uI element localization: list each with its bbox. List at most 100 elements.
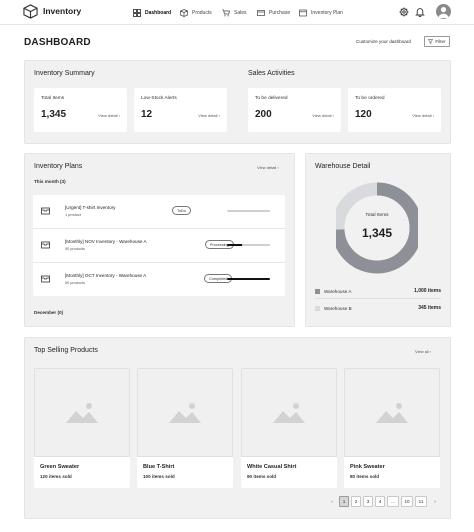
status-badge: ToDo bbox=[172, 206, 191, 215]
sales-activities-title: Sales Activities bbox=[248, 70, 295, 77]
progress-bar-fill bbox=[227, 210, 270, 212]
product-name: White Casual Shirt bbox=[247, 464, 297, 470]
nav-label: Products bbox=[192, 9, 212, 16]
image-placeholder-icon bbox=[376, 402, 408, 423]
product-image bbox=[241, 368, 337, 457]
plan-name: [Monthly] NOV Inventory - Warehouse A bbox=[65, 239, 147, 244]
plan-product-count: 50 products bbox=[65, 281, 85, 285]
nav-label: Dashboard bbox=[145, 9, 172, 16]
avatar[interactable] bbox=[436, 4, 451, 19]
plan-row[interactable]: [Urgent] T-shirt Inventory 1 product ToD… bbox=[33, 195, 285, 229]
low-stock-card[interactable]: Low-Stock Alerts 12 View detail › bbox=[134, 88, 227, 132]
purchase-icon bbox=[257, 9, 265, 16]
donut-total-label: Total Items bbox=[365, 213, 389, 218]
pagination-page[interactable]: 10 bbox=[401, 496, 413, 507]
progress-bar-fill bbox=[227, 278, 270, 280]
product-name: Blue T-Shirt bbox=[143, 464, 175, 470]
legend-warehouse-b: Warehouse B 345 items bbox=[315, 305, 441, 313]
total-items-card[interactable]: Total Items 1,345 View detail › bbox=[34, 88, 127, 132]
page-title: DASHBOARD bbox=[24, 37, 91, 48]
customize-dashboard-link[interactable]: Customize your dashboard bbox=[356, 39, 411, 44]
plan-icon bbox=[299, 9, 307, 16]
legend-swatch bbox=[315, 289, 320, 294]
card-value: 1,345 bbox=[41, 109, 67, 120]
legend-value: 1,000 items bbox=[414, 288, 441, 294]
progress-bar bbox=[227, 278, 270, 280]
product-sold: 80 items sold bbox=[350, 474, 380, 479]
card-label: Total Items bbox=[41, 96, 65, 101]
progress-bar bbox=[227, 244, 270, 246]
product-sold: 120 items sold bbox=[40, 474, 72, 479]
top-bar: Inventory Dashboard Products Sales Purch… bbox=[0, 0, 474, 25]
legend-value: 345 items bbox=[418, 305, 441, 311]
to-be-delivered-card[interactable]: To be delivered 200 View detail › bbox=[248, 88, 341, 132]
pagination-ellipsis: ... bbox=[387, 496, 399, 507]
nav-label: Inventory Plan bbox=[311, 9, 343, 16]
view-detail-link[interactable]: View detail › bbox=[98, 113, 120, 118]
gear-icon[interactable] bbox=[399, 7, 409, 17]
filter-button[interactable]: Filter bbox=[424, 36, 450, 47]
grid-icon bbox=[133, 8, 141, 17]
nav-label: Sales bbox=[234, 9, 247, 16]
nav-sales[interactable]: Sales bbox=[222, 0, 247, 25]
filter-icon bbox=[428, 39, 434, 44]
product-image bbox=[344, 368, 440, 457]
divider bbox=[315, 298, 441, 299]
pagination-next[interactable]: › bbox=[430, 496, 440, 507]
product-image bbox=[137, 368, 233, 457]
card-value: 12 bbox=[141, 109, 153, 120]
product-image bbox=[34, 368, 130, 457]
group-this-month: This month (3) bbox=[34, 179, 66, 184]
plan-name: [Urgent] T-shirt Inventory bbox=[65, 205, 116, 210]
inventory-plans-title: Inventory Plans bbox=[34, 163, 83, 170]
pagination-page[interactable]: 1 bbox=[339, 496, 349, 507]
pagination-page[interactable]: 3 bbox=[363, 496, 373, 507]
plan-list: [Urgent] T-shirt Inventory 1 product ToD… bbox=[33, 195, 285, 296]
view-detail-link[interactable]: View detail › bbox=[412, 113, 434, 118]
view-detail-link[interactable]: View detail › bbox=[312, 113, 334, 118]
app-title: Inventory bbox=[43, 6, 82, 16]
legend-warehouse-a: Warehouse A 1,000 items bbox=[315, 288, 441, 296]
nav-dashboard[interactable]: Dashboard bbox=[133, 0, 171, 25]
bell-icon[interactable] bbox=[415, 7, 425, 17]
group-december: December (0) bbox=[34, 310, 64, 315]
cart-icon bbox=[222, 8, 230, 16]
image-placeholder-icon bbox=[273, 402, 305, 423]
product-card[interactable]: Pink Sweater 80 items sold bbox=[344, 368, 440, 488]
to-be-ordered-card[interactable]: To be ordered 120 View detail › bbox=[348, 88, 441, 132]
progress-bar bbox=[227, 210, 270, 212]
inbox-icon bbox=[41, 275, 50, 283]
plan-name: [Monthly] OCT Inventory - Warehouse A bbox=[65, 273, 147, 278]
nav-products[interactable]: Products bbox=[180, 0, 212, 25]
nav-purchase[interactable]: Purchase bbox=[257, 0, 290, 25]
plans-view-detail-link[interactable]: View detail › bbox=[257, 165, 279, 170]
donut-total-value: 1,345 bbox=[361, 226, 393, 240]
view-detail-link[interactable]: View detail › bbox=[198, 113, 220, 118]
progress-bar-fill bbox=[227, 244, 243, 246]
image-placeholder-icon bbox=[169, 402, 201, 423]
image-placeholder-icon bbox=[66, 402, 98, 423]
warehouse-title: Warehouse Detail bbox=[315, 163, 371, 170]
legend-swatch bbox=[315, 306, 320, 311]
user-icon bbox=[438, 7, 449, 18]
product-card[interactable]: White Casual Shirt 90 items sold bbox=[241, 368, 337, 488]
card-label: To be ordered bbox=[355, 96, 385, 101]
view-all-link[interactable]: View all › bbox=[415, 349, 431, 354]
inventory-summary-title: Inventory Summary bbox=[34, 70, 95, 77]
plan-row[interactable]: [Monthly] OCT Inventory - Warehouse A 50… bbox=[33, 263, 285, 297]
pagination-page[interactable]: 4 bbox=[375, 496, 385, 507]
pagination-page[interactable]: 11 bbox=[415, 496, 427, 507]
box-logo-icon[interactable] bbox=[23, 4, 38, 19]
pagination-prev[interactable]: ‹ bbox=[327, 496, 337, 507]
card-value: 120 bbox=[355, 109, 372, 120]
product-card[interactable]: Green Sweater 120 items sold bbox=[34, 368, 130, 488]
product-card[interactable]: Blue T-Shirt 100 items sold bbox=[137, 368, 233, 488]
pagination-page[interactable]: 2 bbox=[351, 496, 361, 507]
product-sold: 90 items sold bbox=[247, 474, 277, 479]
card-value: 200 bbox=[255, 109, 272, 120]
product-name: Pink Sweater bbox=[350, 464, 385, 470]
inbox-icon bbox=[41, 241, 50, 249]
nav-inventory-plan[interactable]: Inventory Plan bbox=[299, 0, 343, 25]
plan-row[interactable]: [Monthly] NOV Inventory - Warehouse A 50… bbox=[33, 229, 285, 263]
legend-name: Warehouse B bbox=[324, 306, 352, 311]
